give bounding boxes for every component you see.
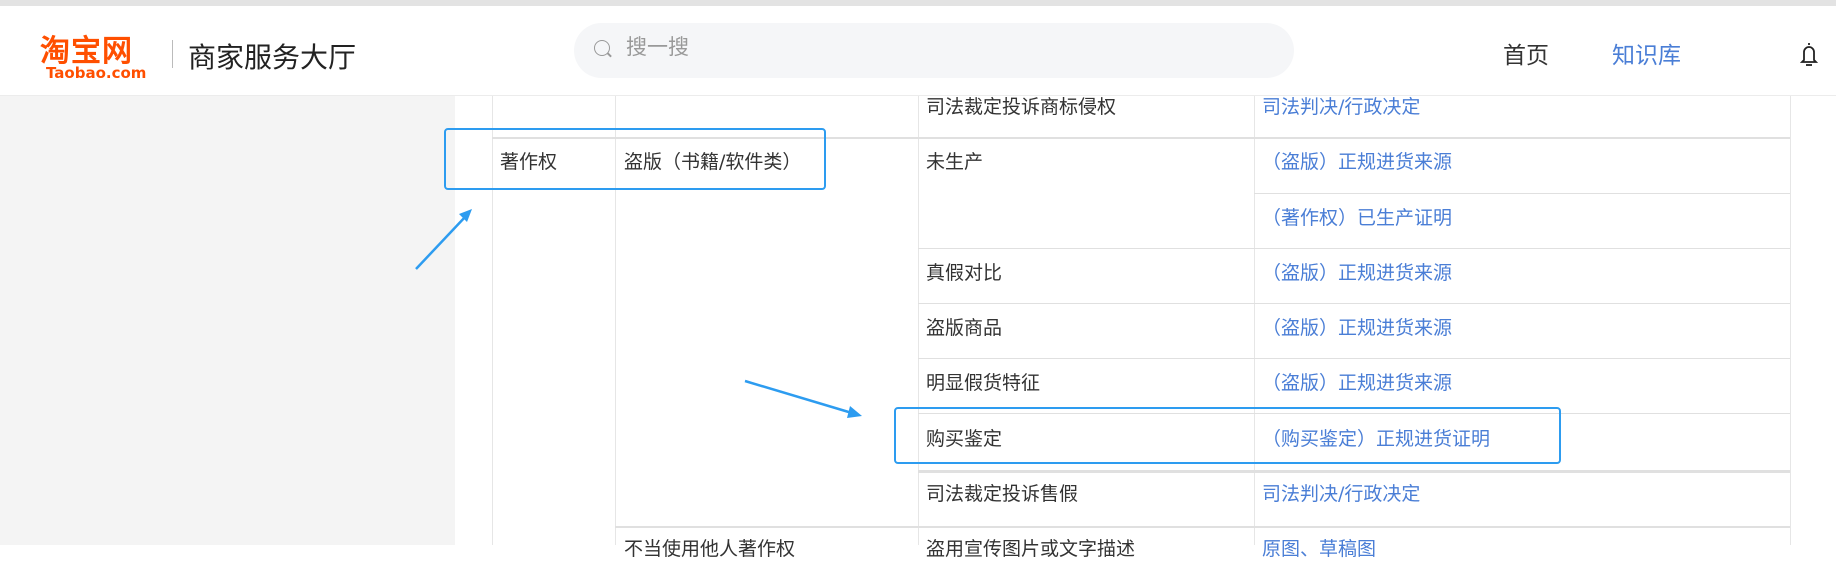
bell-icon[interactable] — [1800, 40, 1818, 68]
nav-knowledge-base[interactable]: 知识库 — [1612, 36, 1681, 70]
page-title: 商家服务大厅 — [188, 41, 357, 74]
arrow-icon — [415, 209, 472, 270]
taobao-logo-en: Taobao.com — [46, 64, 147, 82]
search-bar[interactable] — [574, 23, 1294, 78]
search-input[interactable] — [626, 35, 1226, 59]
search-icon — [594, 40, 610, 56]
divider — [172, 40, 173, 68]
arrow-icon — [744, 379, 862, 418]
nav-home[interactable]: 首页 — [1503, 36, 1549, 70]
header: 淘宝网 Taobao.com 商家服务大厅 首页 知识库 — [0, 6, 1836, 96]
